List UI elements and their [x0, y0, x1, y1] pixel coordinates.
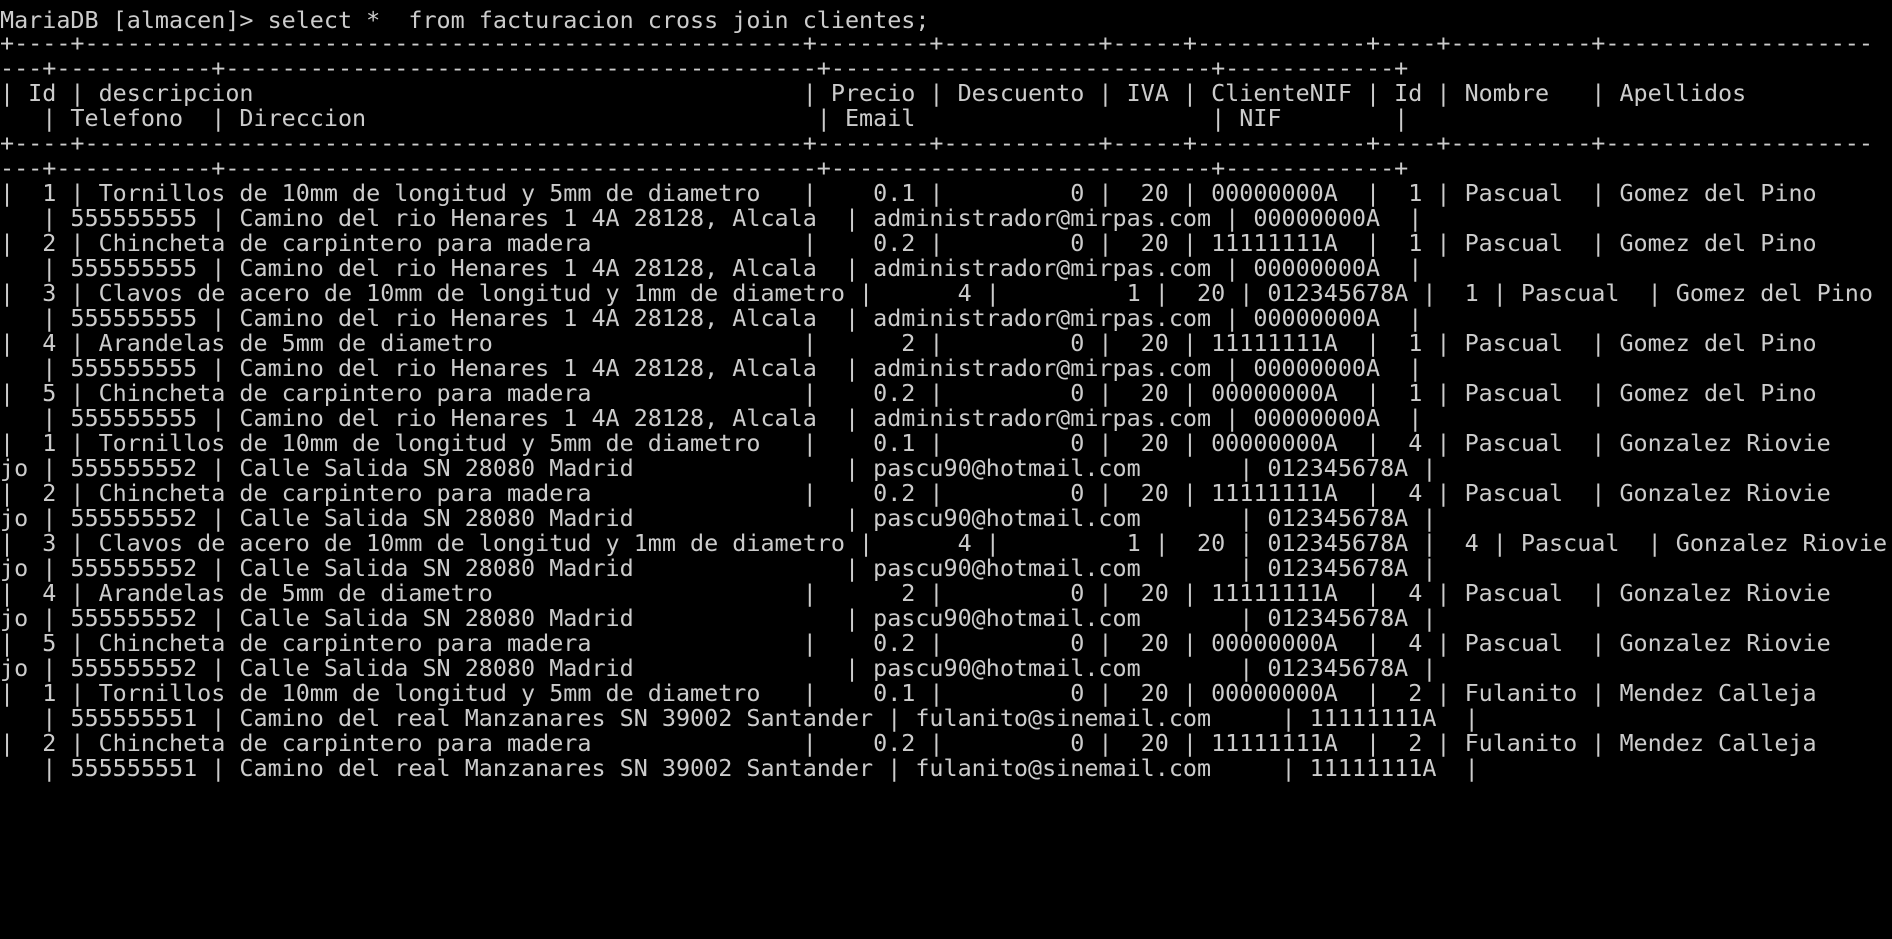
terminal-window[interactable]: MariaDB [almacen]> select * from factura… — [0, 0, 1892, 939]
table-row-line: | 555555551 | Camino del real Manzanares… — [0, 754, 1479, 782]
